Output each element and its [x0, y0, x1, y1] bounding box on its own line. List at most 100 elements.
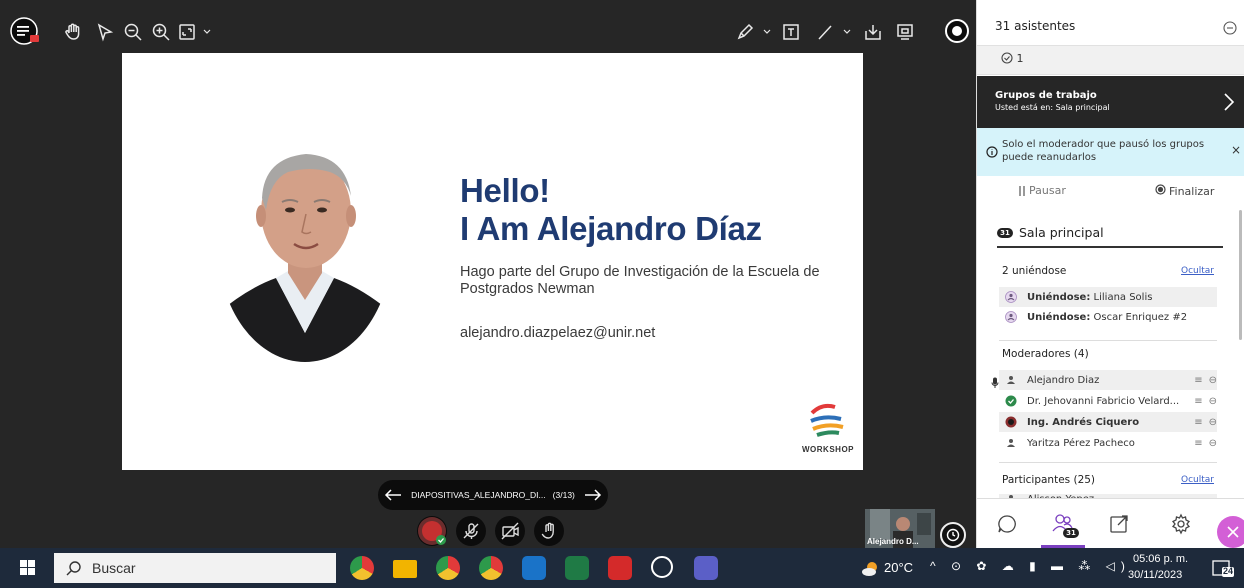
groups-controls: Pausar Finalizar — [977, 182, 1237, 202]
raised-hands-row: 1 — [977, 45, 1244, 75]
moderator-name: Dr. Jehovanni Fabricio Velard... — [1027, 395, 1180, 407]
joining-hide-link[interactable]: Ocultar — [1181, 266, 1214, 276]
my-status-avatar[interactable] — [417, 516, 447, 546]
weather-temp[interactable]: 20°C — [884, 560, 913, 575]
room-name: Sala principal — [1019, 225, 1104, 240]
joining-user-icon — [1004, 311, 1018, 323]
info-icon — [986, 146, 998, 162]
participants-hide-link[interactable]: Ocultar — [1181, 475, 1214, 485]
windows-taskbar: Buscar 20°C ^ ⊙ ✿ ☁ ▮ ▬ ⁂ ◁) 05:06 p. m.… — [0, 548, 1244, 588]
session-timer-icon[interactable] — [940, 522, 966, 548]
line-dropdown-icon[interactable] — [842, 26, 852, 36]
presenter-view-icon[interactable] — [894, 22, 916, 42]
download-icon[interactable] — [862, 22, 884, 42]
zoom-in-icon[interactable] — [150, 22, 172, 42]
avatar — [1004, 416, 1018, 428]
verified-badge-icon — [1004, 395, 1018, 407]
microphone-off-icon[interactable] — [456, 516, 486, 546]
pointer-icon[interactable] — [94, 22, 116, 42]
chrome-profile-icon[interactable] — [350, 556, 374, 580]
moderator-row[interactable]: Dr. Jehovanni Fabricio Velard... ≡ ⊖ — [999, 391, 1217, 411]
list-icon[interactable]: ≡ — [1194, 396, 1202, 407]
user-icon — [1004, 438, 1018, 448]
close-notice-icon[interactable]: × — [1231, 144, 1241, 157]
clock-time[interactable]: 05:06 p. m. — [1133, 553, 1188, 565]
groups-location: Usted está en: Sala principal — [995, 103, 1110, 112]
chrome-icon[interactable] — [436, 556, 460, 580]
slide-position: (3/13) — [552, 490, 575, 500]
teams-icon[interactable] — [694, 556, 718, 580]
windows-start-icon[interactable] — [20, 560, 36, 581]
moderator-row[interactable]: Yaritza Pérez Pacheco ≡ ⊖ — [999, 433, 1217, 453]
menu-icon[interactable] — [8, 17, 42, 45]
microphone-icon — [991, 374, 999, 393]
joining-prefix: Uniéndose: — [1027, 291, 1091, 303]
chat-icon[interactable] — [993, 510, 1021, 538]
list-icon[interactable]: ≡ — [1194, 375, 1202, 386]
taskbar-search[interactable]: Buscar — [54, 553, 336, 583]
search-placeholder: Buscar — [92, 560, 136, 576]
file-explorer-icon[interactable] — [393, 560, 417, 578]
slide-title-line1: Hello! — [460, 172, 550, 209]
outlook-icon[interactable] — [522, 556, 546, 580]
attendees-icon[interactable]: 31 — [1049, 510, 1079, 538]
excel-icon[interactable] — [565, 556, 589, 580]
presentation-stage: Hello! I Am Alejandro Díaz Hago parte de… — [0, 0, 976, 548]
moderator-row[interactable]: Ing. Andrés Ciquero ≡ ⊖ — [999, 412, 1217, 432]
media-player-icon[interactable] — [651, 556, 673, 578]
more-options-icon[interactable]: ⊖ — [1209, 375, 1217, 386]
pause-button[interactable]: Pausar — [1019, 184, 1066, 197]
pen-dropdown-icon[interactable] — [762, 26, 772, 36]
share-content-icon[interactable] — [1105, 510, 1133, 538]
joining-row: Uniéndose: Liliana Solis — [999, 287, 1217, 307]
line-tool-icon[interactable] — [814, 22, 836, 42]
moderator-name: Alejandro Diaz — [1027, 374, 1100, 386]
chevron-right-icon — [1223, 92, 1235, 116]
pen-icon[interactable] — [734, 22, 756, 42]
stop-icon — [1155, 184, 1166, 198]
panel-scrollbar[interactable] — [1239, 210, 1242, 340]
main-room-header[interactable]: 31 Sala principal — [997, 225, 1223, 248]
next-slide-icon[interactable] — [578, 489, 608, 501]
pause-label: Pausar — [1029, 184, 1066, 197]
slide-title: Hello! I Am Alejandro Díaz — [460, 172, 762, 248]
moderator-row[interactable]: Alejandro Diaz ≡ ⊖ — [999, 370, 1217, 390]
fit-screen-icon[interactable] — [176, 22, 198, 42]
prev-slide-icon[interactable] — [378, 489, 408, 501]
breakout-groups-link[interactable]: Grupos de trabajo Usted está en: Sala pr… — [977, 76, 1244, 128]
notifications-count: 24 — [1223, 566, 1234, 576]
list-icon[interactable]: ≡ — [1194, 438, 1202, 449]
acrobat-icon[interactable] — [608, 556, 632, 580]
notifications-icon[interactable]: 24 — [1212, 558, 1234, 581]
zoom-out-icon[interactable] — [122, 22, 144, 42]
groups-title: Grupos de trabajo — [995, 90, 1097, 101]
raised-hands-icon — [1001, 52, 1017, 65]
app-root: Hello! I Am Alejandro Díaz Hago parte de… — [0, 0, 1244, 588]
joining-header: 2 uniéndose — [1002, 265, 1067, 277]
clock-date[interactable]: 30/11/2023 — [1128, 569, 1182, 581]
dropdown-icon[interactable] — [202, 26, 212, 36]
search-icon — [66, 560, 82, 576]
raise-hand-icon[interactable] — [534, 516, 564, 546]
text-tool-icon[interactable] — [780, 22, 802, 42]
close-panel-button[interactable] — [1217, 516, 1244, 548]
more-options-icon[interactable]: ⊖ — [1209, 396, 1217, 407]
tray-icons[interactable]: ^ ⊙ ✿ ☁ ▮ ▬ ⁂ ◁) — [930, 559, 1131, 573]
record-icon[interactable] — [944, 18, 970, 44]
hand-icon[interactable] — [62, 22, 84, 42]
list-icon[interactable]: ≡ — [1194, 417, 1202, 428]
panel-options-icon[interactable] — [1223, 20, 1237, 39]
moderators-header: Moderadores (4) — [1002, 348, 1089, 360]
weather-icon[interactable] — [860, 558, 880, 581]
panel-title: 31 asistentes — [995, 19, 1076, 33]
workshop-logo-text: WORKSHOP — [802, 445, 854, 454]
camera-off-icon[interactable] — [495, 516, 525, 546]
slide-intro-text: Hago parte del Grupo de Investigación de… — [460, 264, 820, 297]
joining-prefix: Uniéndose: — [1027, 311, 1091, 323]
more-options-icon[interactable]: ⊖ — [1209, 438, 1217, 449]
joining-name: Liliana Solis — [1093, 291, 1153, 303]
settings-icon[interactable] — [1167, 510, 1195, 538]
more-options-icon[interactable]: ⊖ — [1209, 417, 1217, 428]
chrome-alt-icon[interactable] — [479, 556, 503, 580]
end-groups-button[interactable]: Finalizar — [1155, 184, 1214, 198]
